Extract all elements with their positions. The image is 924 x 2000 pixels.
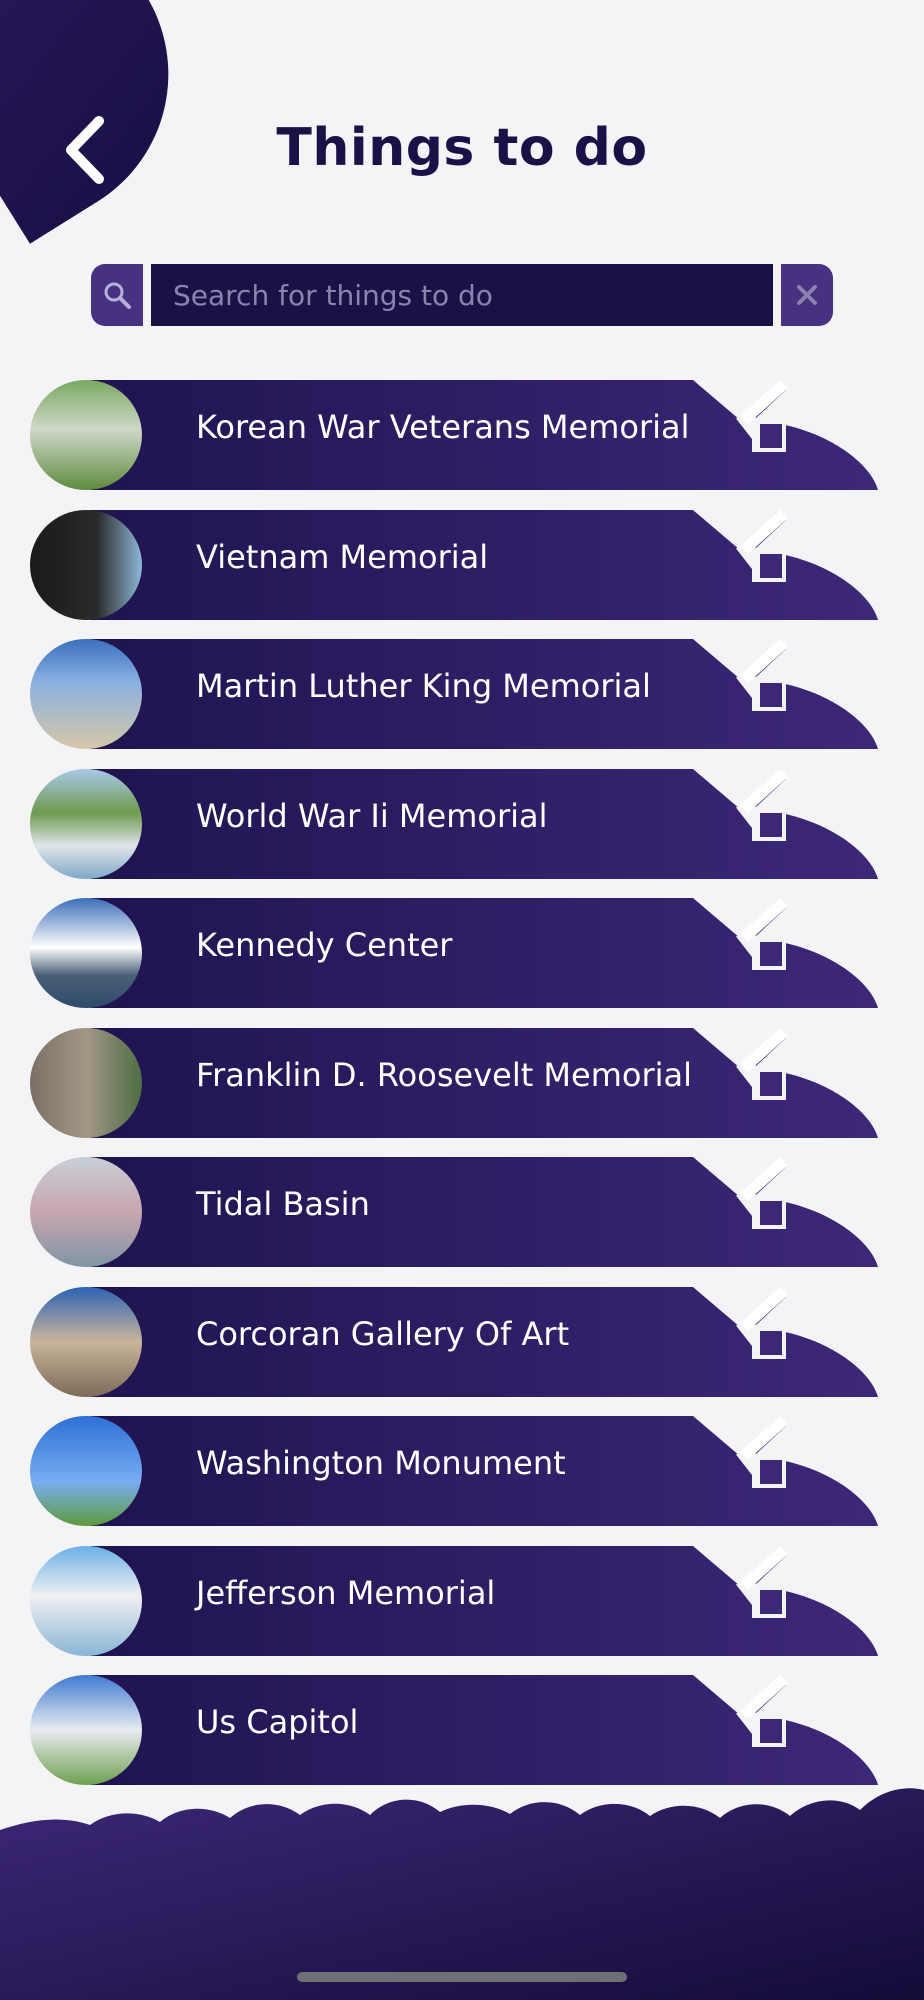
list-item[interactable]: Kennedy Center (0, 898, 924, 1008)
item-thumbnail (30, 1027, 142, 1138)
item-thumbnail (30, 1545, 142, 1656)
page-title: Things to do (276, 118, 648, 178)
item-label: Jefferson Memorial (196, 1573, 496, 1612)
item-label: Korean War Veterans Memorial (196, 408, 690, 446)
list-item[interactable]: Tidal Basin (0, 1157, 924, 1267)
item-label: World War Ii Memorial (196, 796, 548, 835)
clear-search-button[interactable] (781, 264, 833, 326)
item-thumbnail (30, 1286, 142, 1397)
item-thumbnail (30, 639, 142, 749)
bottom-decoration (0, 1788, 924, 2000)
search-bar (91, 264, 833, 326)
list-item[interactable]: World War Ii Memorial (0, 768, 924, 879)
item-label: Vietnam Memorial (196, 537, 489, 576)
item-thumbnail (30, 768, 142, 879)
item-thumbnail (30, 380, 142, 490)
item-label: Tidal Basin (196, 1185, 370, 1223)
item-thumbnail (30, 898, 142, 1008)
item-label: Kennedy Center (196, 926, 453, 964)
list-item[interactable]: Washington Monument (0, 1416, 924, 1526)
list-item[interactable]: Jefferson Memorial (0, 1545, 924, 1656)
item-label: Martin Luther King Memorial (196, 667, 651, 705)
item-thumbnail (30, 1157, 142, 1267)
list-item[interactable]: Martin Luther King Memorial (0, 639, 924, 749)
list-item[interactable]: Korean War Veterans Memorial (0, 380, 924, 490)
item-label: Corcoran Gallery Of Art (196, 1314, 570, 1353)
item-thumbnail (30, 509, 142, 620)
home-indicator (297, 1972, 627, 1982)
search-input[interactable] (151, 264, 773, 326)
list-item[interactable]: Us Capitol (0, 1675, 924, 1785)
item-thumbnail (30, 1675, 142, 1785)
list-item[interactable]: Vietnam Memorial (0, 509, 924, 620)
item-label: Franklin D. Roosevelt Memorial (196, 1055, 693, 1094)
item-thumbnail (30, 1416, 142, 1526)
search-icon (104, 282, 131, 309)
item-label: Us Capitol (196, 1703, 359, 1741)
item-label: Washington Monument (196, 1444, 566, 1482)
list-item[interactable]: Corcoran Gallery Of Art (0, 1286, 924, 1397)
search-button[interactable] (91, 264, 143, 326)
list-item[interactable]: Franklin D. Roosevelt Memorial (0, 1027, 924, 1138)
close-icon (797, 285, 817, 305)
